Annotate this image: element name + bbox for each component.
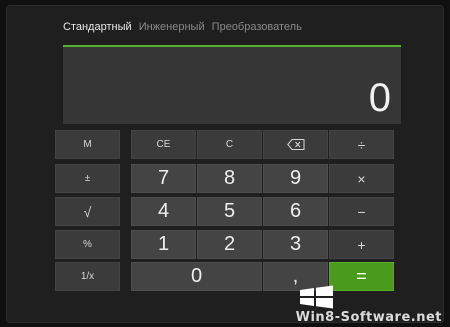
backspace-icon [286, 139, 305, 150]
result-display: 0 [63, 45, 401, 124]
digit-9-button[interactable]: 9 [263, 164, 328, 193]
backspace-button[interactable] [263, 130, 328, 159]
clear-button[interactable]: C [197, 130, 262, 159]
watermark-text: Win8-Software.net [295, 310, 442, 325]
multiply-button[interactable]: × [329, 164, 394, 193]
percent-button[interactable]: % [55, 230, 120, 259]
digit-8-button[interactable]: 8 [197, 164, 262, 193]
digit-3-button[interactable]: 3 [263, 230, 328, 259]
clear-entry-button[interactable]: CE [131, 130, 196, 159]
minus-button[interactable]: − [329, 197, 394, 226]
plus-minus-button[interactable]: ± [55, 164, 120, 193]
digit-7-button[interactable]: 7 [131, 164, 196, 193]
divide-button[interactable]: ÷ [329, 130, 394, 159]
digit-1-button[interactable]: 1 [131, 230, 196, 259]
display-value: 0 [368, 76, 391, 120]
square-root-button[interactable]: √ [55, 197, 120, 226]
memory-button[interactable]: M [55, 130, 120, 159]
digit-6-button[interactable]: 6 [263, 197, 328, 226]
watermark: Win8-Software.net [272, 285, 442, 325]
digit-2-button[interactable]: 2 [197, 230, 262, 259]
reciprocal-button[interactable]: 1/x [55, 262, 120, 291]
digit-0-button[interactable]: 0 [131, 262, 262, 291]
tab-converter[interactable]: Преобразователь [212, 21, 302, 33]
tab-scientific[interactable]: Инженерный [139, 21, 205, 33]
tab-standard[interactable]: Стандартный [63, 21, 132, 33]
digit-4-button[interactable]: 4 [131, 197, 196, 226]
digit-5-button[interactable]: 5 [197, 197, 262, 226]
plus-button[interactable]: + [329, 230, 394, 259]
mode-tabs: Стандартный Инженерный Преобразователь [63, 21, 306, 33]
